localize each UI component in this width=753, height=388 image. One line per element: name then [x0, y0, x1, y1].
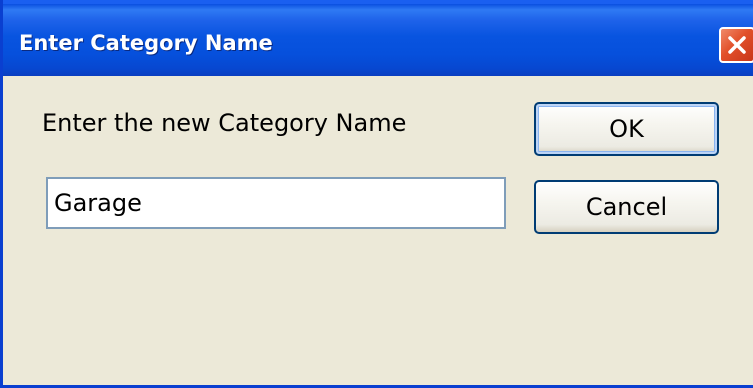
close-button[interactable]: [719, 27, 753, 63]
close-icon: [728, 36, 746, 54]
window-title: Enter Category Name: [19, 31, 273, 55]
cancel-button[interactable]: Cancel: [534, 180, 719, 234]
prompt-label: Enter the new Category Name: [42, 109, 407, 137]
category-name-input[interactable]: [46, 177, 506, 229]
dialog-body: Enter the new Category Name OK Cancel: [6, 76, 753, 385]
dialog-window: Enter Category Name Enter the new Catego…: [0, 0, 753, 388]
title-bar[interactable]: Enter Category Name: [3, 0, 753, 76]
ok-button[interactable]: OK: [534, 102, 719, 156]
